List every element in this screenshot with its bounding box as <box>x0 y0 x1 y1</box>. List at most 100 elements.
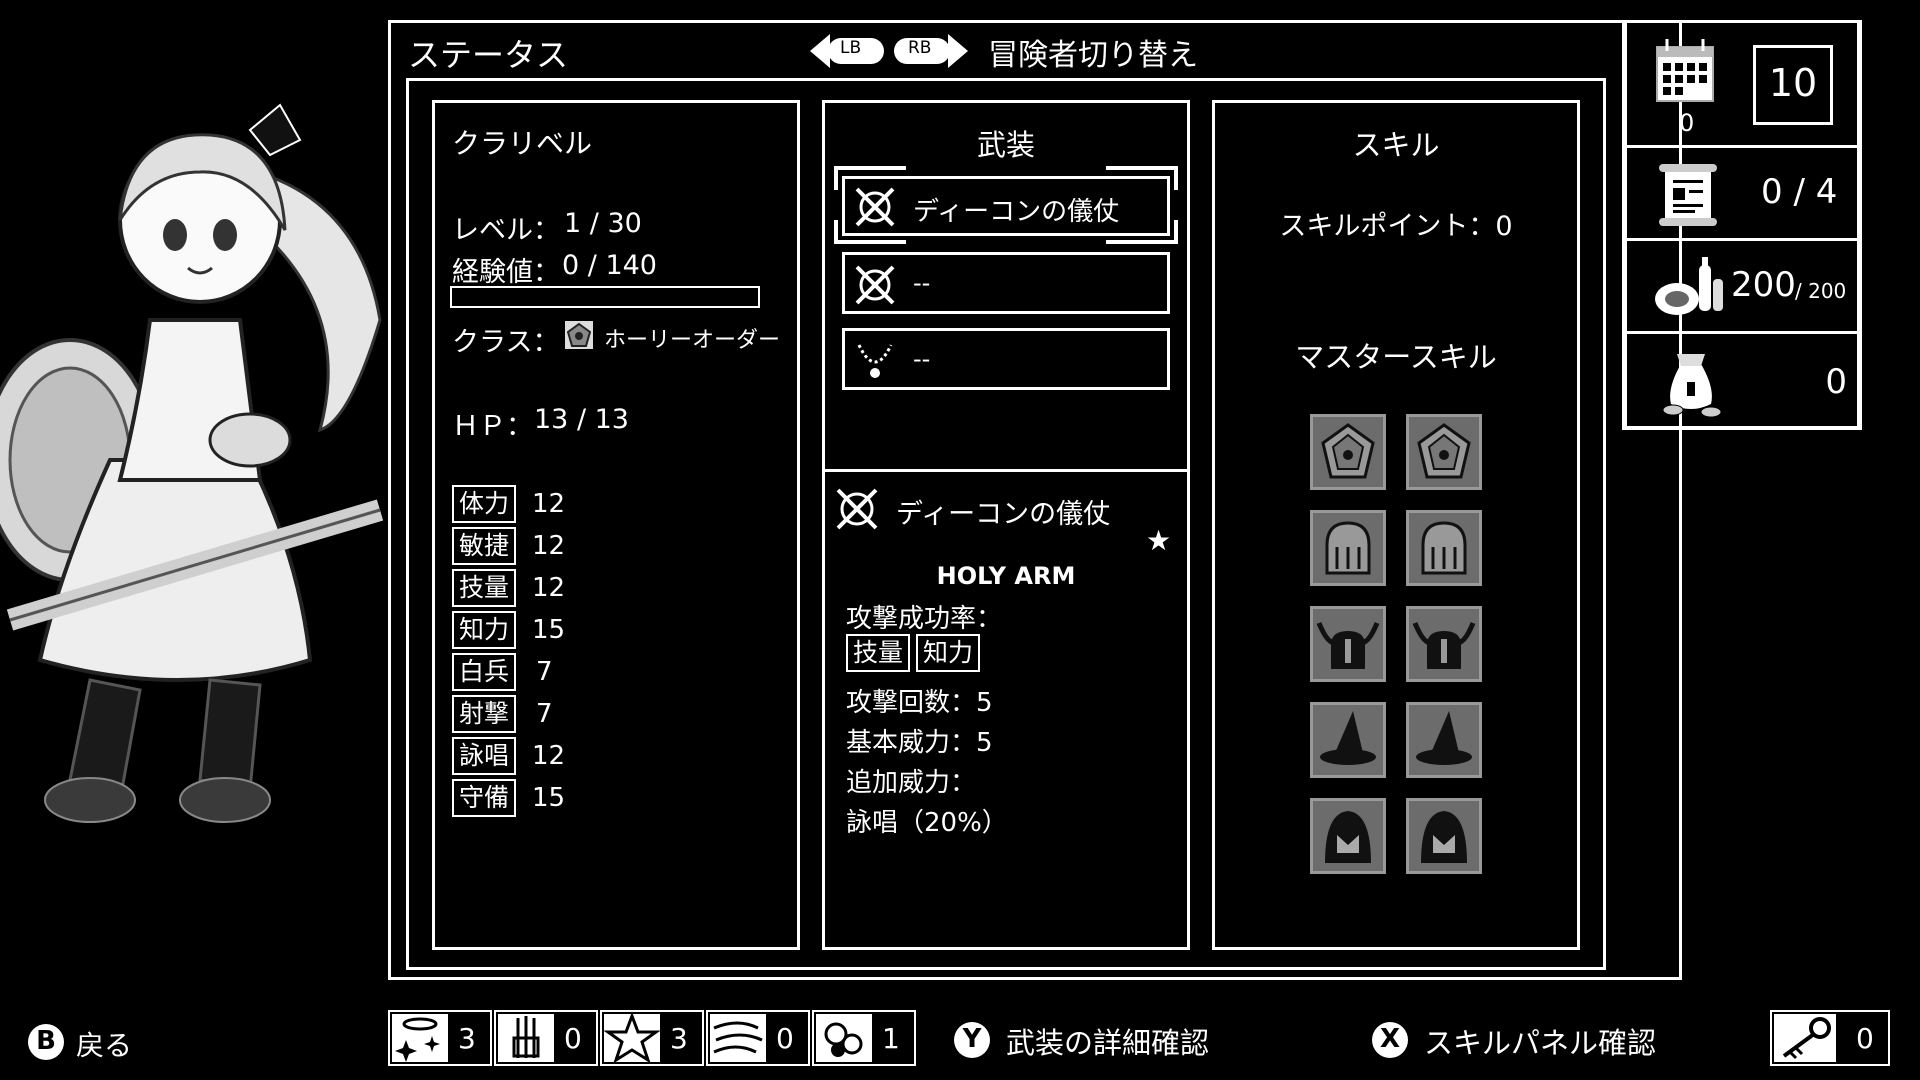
equipment-divider <box>822 469 1190 472</box>
back-label: 戻る <box>76 1029 133 1062</box>
extra-power-label: 追加威力： <box>846 768 977 798</box>
hit-stat-tag: 知力 <box>916 634 980 672</box>
quest-count: 0 / 4 <box>1761 172 1838 212</box>
item-slot[interactable]: 3 <box>600 1010 704 1066</box>
exp-value: 0 / 140 <box>562 250 657 281</box>
necklace-icon <box>853 339 897 383</box>
skill-panel-label: スキルパネル確認 <box>1424 1026 1657 1060</box>
key-item-slot[interactable]: 0 <box>1770 1010 1890 1066</box>
skill-title: スキル <box>1352 128 1440 162</box>
item-slot[interactable]: 0 <box>494 1010 598 1066</box>
stat-value: 7 <box>536 699 553 729</box>
equipment-detail-button[interactable]: Y 武装の詳細確認 <box>954 1018 1234 1062</box>
equipment-slot-2[interactable]: -- <box>842 252 1170 314</box>
calendar-icon <box>1653 37 1719 105</box>
food-row: 200 / 200 <box>1624 238 1860 334</box>
class-emblem-icon <box>564 320 594 350</box>
character-name: クラリベル <box>452 127 593 160</box>
item-count: 3 <box>670 1022 688 1055</box>
skill-panel-button[interactable]: X スキルパネル確認 <box>1372 1018 1672 1062</box>
skill-tile-horned-helmet[interactable] <box>1310 606 1386 682</box>
item-count: 1 <box>882 1022 900 1055</box>
stat-label: 白兵 <box>452 653 516 691</box>
equipment-title: 武装 <box>976 128 1035 162</box>
equipment-slot-1[interactable]: ディーコンの儀仗 <box>842 176 1170 236</box>
item-slot[interactable]: 1 <box>812 1010 916 1066</box>
hp-label: ＨＰ： <box>452 411 533 442</box>
skill-tile-witch-hat[interactable] <box>1310 702 1386 778</box>
coin-pouch-icon <box>1657 348 1725 418</box>
y-button-glyph: Y <box>962 1024 982 1054</box>
exp-label: 経験値： <box>452 257 560 288</box>
skill-tile-hooded-figure[interactable] <box>1406 798 1482 874</box>
stat-label: 敏捷 <box>452 527 516 565</box>
slot-label: ディーコンの儀仗 <box>913 197 1120 227</box>
rb-label: RB <box>908 38 932 58</box>
class-name: ホーリーオーダー <box>604 328 781 353</box>
food-max: / 200 <box>1795 279 1847 303</box>
lb-button[interactable]: LB <box>808 32 888 70</box>
stat-label: 守備 <box>452 779 516 817</box>
master-skill-title: マスタースキル <box>1295 340 1497 374</box>
stat-value: 15 <box>532 615 566 645</box>
favorite-star: ★ <box>1146 524 1172 557</box>
lb-label: LB <box>840 38 862 58</box>
key-icon <box>1774 1014 1836 1062</box>
key-count: 0 <box>1856 1022 1874 1055</box>
b-button-glyph: B <box>36 1026 56 1056</box>
exp-bar <box>450 286 760 308</box>
arrow-bundle-icon <box>498 1014 554 1062</box>
skill-tile-knight-helmet[interactable] <box>1310 510 1386 586</box>
stat-value: 12 <box>532 741 566 771</box>
star-burst-icon <box>604 1014 660 1062</box>
equipment-detail-label: 武装の詳細確認 <box>1006 1026 1210 1060</box>
crossed-weapons-icon <box>853 185 897 229</box>
skill-tile-horned-helmet[interactable] <box>1406 606 1482 682</box>
hp-value: 13 / 13 <box>534 404 629 435</box>
x-button-glyph: X <box>1379 1024 1401 1054</box>
equipment-slot-3[interactable]: -- <box>842 328 1170 390</box>
stat-value: 12 <box>532 573 566 603</box>
gold-row: 0 <box>1624 331 1860 429</box>
stat-value: 12 <box>532 489 566 519</box>
stat-value: 7 <box>536 657 553 687</box>
item-count: 3 <box>458 1022 476 1055</box>
item-slot[interactable]: 3 <box>388 1010 492 1066</box>
attack-count: 攻撃回数：5 <box>846 688 993 718</box>
gold-count: 0 <box>1825 362 1847 402</box>
skill-points: スキルポイント：0 <box>1279 211 1513 242</box>
stat-value: 15 <box>532 783 566 813</box>
skill-tile-witch-hat[interactable] <box>1406 702 1482 778</box>
stat-label: 射撃 <box>452 695 516 733</box>
stat-label: 体力 <box>452 485 516 523</box>
food-current: 200 <box>1731 265 1796 305</box>
item-count: 0 <box>564 1022 582 1055</box>
calendar-sub: 0 <box>1679 109 1695 137</box>
wind-swirl-icon <box>710 1014 766 1062</box>
stat-label: 技量 <box>452 569 516 607</box>
stat-label: 知力 <box>452 611 516 649</box>
provisions-icon <box>1651 255 1727 321</box>
scroll-icon <box>1657 162 1719 228</box>
skill-tile-pentagon[interactable] <box>1310 414 1386 490</box>
stat-label: 詠唱 <box>452 737 516 775</box>
halo-sparkle-icon <box>392 1014 448 1062</box>
page-title: ステータス <box>408 36 569 74</box>
item-slot[interactable]: 0 <box>706 1010 810 1066</box>
stat-value: 12 <box>532 531 566 561</box>
back-button[interactable]: B 戻る <box>28 1022 148 1062</box>
skill-tile-knight-helmet[interactable] <box>1406 510 1482 586</box>
level-value: 1 / 30 <box>564 208 642 239</box>
slot-label: -- <box>913 345 931 373</box>
skill-tile-pentagon[interactable] <box>1406 414 1482 490</box>
item-count: 0 <box>776 1022 794 1055</box>
detail-item-name: ディーコンの儀仗 <box>896 499 1111 530</box>
quest-row: 0 / 4 <box>1624 145 1860 241</box>
day-counter: 10 <box>1768 61 1818 105</box>
character-portrait <box>0 100 390 860</box>
orb-cluster-icon <box>816 1014 872 1062</box>
rb-button[interactable]: RB <box>890 32 970 70</box>
skill-tile-hooded-figure[interactable] <box>1310 798 1386 874</box>
class-label: クラス： <box>452 327 560 358</box>
crossed-weapons-icon <box>853 263 897 307</box>
